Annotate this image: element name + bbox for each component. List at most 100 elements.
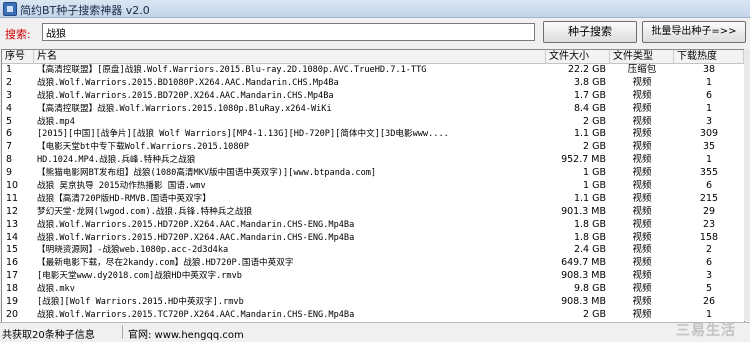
row-name: 【电影天堂bt中专下载Wolf.Warriors.2015.1080P — [37, 142, 249, 153]
seed-search-button[interactable]: 种子搜索 — [543, 21, 637, 43]
table-row[interactable]: 19 [战狼][Wolf Warriors.2015.HD中英双字].rmvb 90… — [2, 296, 744, 309]
table-row[interactable]: 11 战狼【高清720P版HD-RMVB.国语中英双字】 1.1 GB 视频 215 — [2, 193, 744, 206]
table-row[interactable]: 15 【明晓资源网】-战狼web.1080p.acc-2d3d4ka 2.4 GB 视… — [2, 244, 744, 257]
row-name: [2015][中国][战争片][战狼 Wolf Warriors][MP4-1.… — [37, 129, 449, 140]
watermark-logo: 三易生活 — [676, 323, 736, 339]
row-index: 15 — [6, 244, 19, 256]
row-index: 11 — [6, 192, 19, 204]
table-row[interactable]: 8 HD.1024.MP4.战狼.兵峰.特种兵之战狼 952.7 MB 视频 1 — [2, 154, 744, 167]
row-index: 7 — [6, 141, 13, 153]
row-name: 战狼.Wolf.Warriors.2015.HD720P.X264.AAC.Ma… — [37, 219, 355, 230]
row-size: 908.3 MB — [561, 270, 606, 282]
row-type: 视频 — [632, 192, 652, 204]
batch-export-button[interactable]: 批量导出种子=>> — [642, 21, 746, 43]
row-type: 视频 — [632, 89, 652, 101]
row-heat: 215 — [699, 192, 719, 204]
row-type: 视频 — [632, 154, 652, 166]
column-header-size[interactable]: 文件大小 — [546, 50, 610, 63]
column-header-heat[interactable]: 下载热度 — [674, 50, 744, 63]
column-header-name[interactable]: 片名 — [34, 50, 546, 63]
row-size: 1.8 GB — [573, 231, 606, 243]
row-heat: 6 — [705, 257, 713, 269]
column-header-type[interactable]: 文件类型 — [610, 50, 674, 63]
table-row[interactable]: 3 战狼.Wolf.Warriors.2015.BD720P.X264.AAC.M… — [2, 90, 744, 103]
row-heat: 355 — [699, 167, 719, 179]
row-name: 战狼【高清720P版HD-RMVB.国语中英双字】 — [37, 193, 211, 204]
row-index: 12 — [6, 205, 19, 217]
row-size: 2 GB — [583, 141, 606, 153]
row-index: 9 — [6, 167, 13, 179]
status-bar: 共获取20条种子信息 官网: www.hengqq.com — [0, 322, 750, 342]
row-heat: 309 — [699, 128, 719, 140]
row-size: 9.8 GB — [573, 283, 606, 295]
table-row[interactable]: 6 [2015][中国][战争片][战狼 Wolf Warriors][MP4-1… — [2, 128, 744, 141]
table-row[interactable]: 12 梦幻天堂·龙网(lwgod.com).战狼.兵锋.特种兵之战狼 901.3 M… — [2, 206, 744, 219]
row-heat: 3 — [705, 115, 713, 127]
row-size: 2.4 GB — [573, 244, 606, 256]
table-row[interactable]: 10 战狼 吴京执导 2015动作热播影 国语.wmv 1 GB 视频 6 — [2, 180, 744, 193]
row-type: 视频 — [632, 283, 652, 295]
table-row[interactable]: 1 【高清控联盟】[原盘]战狼.Wolf.Warriors.2015.Blu-ra… — [2, 64, 744, 77]
search-input[interactable] — [42, 23, 535, 41]
row-index: 16 — [6, 257, 19, 269]
table-row[interactable]: 18 战狼.mkv 9.8 GB 视频 5 — [2, 283, 744, 296]
row-size: 908.3 MB — [561, 296, 606, 308]
row-heat: 5 — [705, 283, 713, 295]
row-index: 19 — [6, 296, 19, 308]
row-size: 1.1 GB — [573, 128, 606, 140]
row-type: 视频 — [632, 141, 652, 153]
row-index: 20 — [6, 308, 19, 320]
result-count: 共获取20条种子信息 — [2, 330, 95, 341]
row-heat: 1 — [705, 76, 713, 88]
row-size: 1.7 GB — [573, 89, 606, 101]
row-heat: 1 — [705, 102, 713, 114]
row-heat: 1 — [705, 154, 713, 166]
table-row[interactable]: 13 战狼.Wolf.Warriors.2015.HD720P.X264.AAC.… — [2, 219, 744, 232]
row-heat: 35 — [702, 141, 716, 153]
row-index: 5 — [6, 115, 13, 127]
row-type: 视频 — [632, 270, 652, 282]
row-type: 视频 — [632, 205, 652, 217]
row-type: 视频 — [632, 244, 652, 256]
table-row[interactable]: 9 【熊猫电影网BT发布组】战狼(1080高清MKV版中国语中英双字)][www.… — [2, 167, 744, 180]
row-heat: 158 — [699, 231, 719, 243]
row-size: 2 GB — [583, 308, 606, 320]
search-label: 搜索: — [5, 28, 31, 41]
row-name: 梦幻天堂·龙网(lwgod.com).战狼.兵锋.特种兵之战狼 — [37, 206, 253, 217]
window-title: 简约BT种子搜索神器 v2.0 — [20, 4, 150, 17]
row-type: 视频 — [632, 218, 652, 230]
row-name: 战狼.Wolf.Warriors.2015.BD720P.X264.AAC.Ma… — [37, 90, 334, 101]
row-size: 952.7 MB — [561, 154, 606, 166]
table-row[interactable]: 4 【高清控联盟】战狼.Wolf.Warriors.2015.1080p.BluR… — [2, 103, 744, 116]
row-index: 1 — [6, 64, 13, 75]
row-type: 视频 — [632, 102, 652, 114]
column-header-index[interactable]: 序号 — [2, 50, 34, 63]
row-size: 3.8 GB — [573, 76, 606, 88]
row-type: 视频 — [632, 115, 652, 127]
table-row[interactable]: 2 战狼.Wolf.Warriors.2015.BD1080P.X264.AAC.… — [2, 77, 744, 90]
row-name: 战狼.Wolf.Warriors.2015.TC720P.X264.AAC.Ma… — [37, 309, 355, 320]
toolbar: 搜索: 种子搜索 批量导出种子=>> — [0, 18, 750, 48]
table-row[interactable]: 17 [电影天堂www.dy2018.com]战狼HD中英双字.rmvb 908.3… — [2, 270, 744, 283]
table-row[interactable]: 5 战狼.mp4 2 GB 视频 3 — [2, 116, 744, 129]
row-name: 战狼.mkv — [37, 284, 75, 295]
row-name: 【熊猫电影网BT发布组】战狼(1080高清MKV版中国语中英双字)][www.b… — [37, 168, 377, 179]
table-row[interactable]: 14 战狼.Wolf.Warriors.2015.HD720P.X264.AAC.… — [2, 232, 744, 245]
row-heat: 3 — [705, 270, 713, 282]
row-heat: 26 — [702, 296, 716, 308]
official-site-text: 官网: www.hengqq.com — [128, 330, 244, 341]
table-row[interactable]: 7 【电影天堂bt中专下载Wolf.Warriors.2015.1080P 2 GB… — [2, 141, 744, 154]
row-name: 战狼 吴京执导 2015动作热播影 国语.wmv — [37, 181, 206, 192]
row-size: 2 GB — [583, 115, 606, 127]
table-row[interactable]: 16 【最新电影下载，尽在2kandy.com】战狼.HD720P.国语中英双字 6… — [2, 257, 744, 270]
table-row[interactable]: 20 战狼.Wolf.Warriors.2015.TC720P.X264.AAC.… — [2, 309, 744, 322]
row-index: 18 — [6, 283, 19, 295]
vertical-scrollbar[interactable] — [744, 49, 750, 321]
row-type: 视频 — [632, 296, 652, 308]
row-size: 1 GB — [583, 180, 606, 192]
row-size: 1 GB — [583, 167, 606, 179]
row-index: 17 — [6, 270, 19, 282]
row-index: 10 — [6, 180, 19, 192]
results-table[interactable]: 序号 片名 文件大小 文件类型 下载热度 1 【高清控联盟】[原盘]战狼.Wolf… — [1, 49, 745, 323]
row-index: 4 — [6, 102, 13, 114]
